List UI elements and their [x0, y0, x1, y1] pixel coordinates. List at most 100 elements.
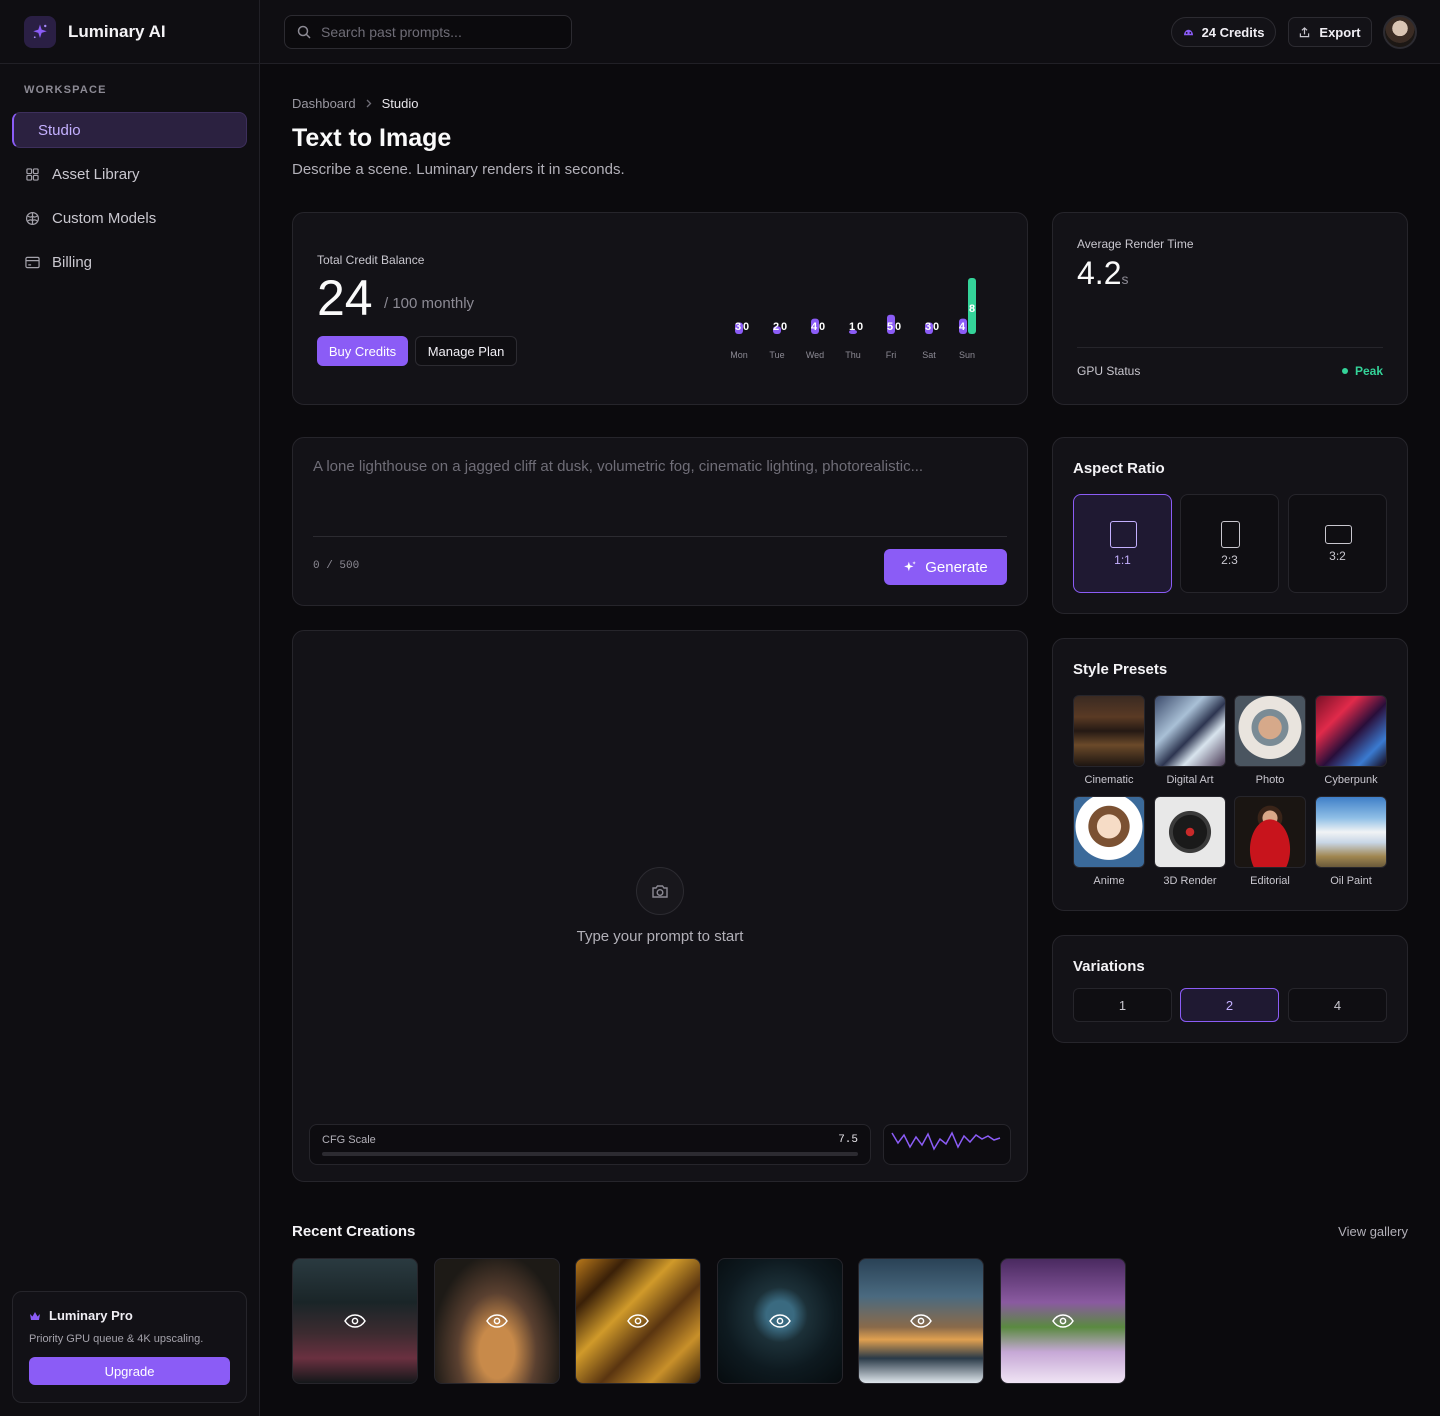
style-preset-photo[interactable]: Photo: [1234, 695, 1306, 786]
chart-tick-label: Thu: [845, 350, 861, 360]
landscape-ratio-icon: [1325, 525, 1352, 544]
chart-data-label: 5: [887, 321, 893, 333]
aspect-ratio-panel: Aspect Ratio 1:1 2:3 3:2: [1052, 437, 1408, 614]
eye-icon: [627, 1314, 649, 1328]
square-ratio-icon: [1110, 521, 1137, 548]
aspect-option-label: 1:1: [1114, 553, 1131, 567]
generate-button[interactable]: Generate: [884, 549, 1007, 585]
sidebar-item-label: Studio: [38, 121, 81, 139]
variation-option-1[interactable]: 1: [1073, 988, 1172, 1022]
style-thumbnail: [1154, 796, 1226, 868]
cfg-scale-slider[interactable]: CFG Scale 7.5: [309, 1124, 871, 1165]
prompt-textarea[interactable]: [313, 458, 1007, 536]
eye-icon: [1052, 1314, 1074, 1328]
topbar: 24 Credits Export: [260, 0, 1440, 64]
status-dot-icon: [1341, 368, 1348, 374]
pro-title: Luminary Pro: [49, 1308, 133, 1323]
recent-creation-thumb[interactable]: [292, 1258, 418, 1384]
cfg-scale-label: CFG Scale: [322, 1134, 376, 1146]
sidebar-item-custom-models[interactable]: Custom Models: [12, 200, 247, 236]
style-preset-digital-art[interactable]: Digital Art: [1154, 695, 1226, 786]
credit-balance-suffix: / 100 monthly: [384, 295, 475, 312]
style-preset-anime[interactable]: Anime: [1073, 796, 1145, 887]
chart-data-label: 3: [925, 321, 931, 333]
chart-data-label: 0: [857, 321, 863, 333]
sidebar-item-label: Billing: [52, 253, 93, 271]
eye-icon: [769, 1314, 791, 1328]
style-preset-cyberpunk[interactable]: Cyberpunk: [1315, 695, 1387, 786]
style-thumbnail: [1315, 796, 1387, 868]
view-gallery-link[interactable]: View gallery: [1338, 1224, 1408, 1239]
style-thumbnail: [1234, 695, 1306, 767]
chart-tick-label: Tue: [769, 350, 784, 360]
variation-option-4[interactable]: 4: [1288, 988, 1387, 1022]
chart-tick-label: Sat: [922, 350, 936, 360]
search-input[interactable]: [321, 24, 561, 40]
style-thumbnail: [1073, 796, 1145, 868]
eye-icon: [486, 1314, 508, 1328]
slider-track[interactable]: [322, 1152, 858, 1156]
recent-creation-thumb[interactable]: [717, 1258, 843, 1384]
portrait-ratio-icon: [1221, 521, 1240, 548]
recent-creation-thumb[interactable]: [575, 1258, 701, 1384]
style-preset-label: Cyberpunk: [1324, 774, 1378, 786]
gpu-status-value: Peak: [1354, 364, 1383, 378]
sidebar-item-label: Asset Library: [52, 165, 140, 183]
style-preset-label: 3D Render: [1163, 875, 1217, 887]
style-preset-label: Photo: [1255, 774, 1285, 786]
waveform-icon: [883, 1124, 1011, 1165]
style-preset-3d-render[interactable]: 3D Render: [1154, 796, 1226, 887]
credit-card-icon: [24, 254, 40, 270]
search-box[interactable]: [284, 15, 572, 49]
chart-data-label: 0: [895, 321, 901, 333]
aspect-option-label: 3:2: [1329, 549, 1346, 563]
chart-data-label: 0: [781, 321, 787, 333]
share-icon: [1299, 26, 1310, 38]
breadcrumb-dashboard[interactable]: Dashboard: [292, 96, 356, 111]
export-button[interactable]: Export: [1288, 17, 1372, 47]
sparkle-icon: [903, 560, 917, 574]
style-preset-cinematic[interactable]: Cinematic: [1073, 695, 1145, 786]
credits-pill[interactable]: 24 Credits: [1171, 17, 1276, 47]
variation-option-2[interactable]: 2: [1180, 988, 1279, 1022]
sidebar-item-studio[interactable]: Studio: [12, 112, 247, 148]
chart-data-label: 0: [819, 321, 825, 333]
style-thumbnail: [1073, 695, 1145, 767]
aspect-option-1-1[interactable]: 1:1: [1073, 494, 1172, 593]
crown-icon: [29, 1311, 41, 1321]
sparkle-logo-icon: [24, 15, 56, 48]
brand[interactable]: Luminary AI: [0, 0, 259, 64]
manage-plan-button[interactable]: Manage Plan: [415, 336, 517, 366]
preview-canvas: Type your prompt to start CFG Scale 7.5: [292, 630, 1028, 1182]
gpu-status-badge: Peak: [1341, 364, 1383, 378]
camera-icon: [636, 867, 684, 915]
chart-data-label: 3: [735, 321, 741, 333]
render-time-unit: s: [1121, 271, 1129, 287]
credits-pill-label: 24 Credits: [1201, 24, 1265, 40]
chevron-right-icon: [366, 96, 372, 111]
sidebar-item-label: Custom Models: [52, 209, 157, 227]
style-preset-editorial[interactable]: Editorial: [1234, 796, 1306, 887]
recent-creation-thumb[interactable]: [858, 1258, 984, 1384]
aspect-option-3-2[interactable]: 3:2: [1288, 494, 1387, 593]
style-preset-label: Oil Paint: [1330, 875, 1372, 887]
chart-data-label: 2: [773, 321, 779, 333]
chart-data-label: 0: [933, 321, 939, 333]
sidebar-nav: Studio Asset Library Custom Models Billi…: [12, 112, 247, 288]
aspect-option-2-3[interactable]: 2:3: [1180, 494, 1279, 593]
upgrade-button[interactable]: Upgrade: [29, 1357, 230, 1385]
credit-balance-label: Total Credit Balance: [317, 253, 425, 267]
buy-credits-button[interactable]: Buy Credits: [317, 336, 408, 366]
variations-panel: Variations 1 2 4: [1052, 935, 1408, 1043]
style-thumbnail: [1154, 695, 1226, 767]
search-icon: [297, 25, 311, 39]
sidebar-item-asset-library[interactable]: Asset Library: [12, 156, 247, 192]
chart-data-label: 1: [849, 321, 855, 333]
sidebar-item-billing[interactable]: Billing: [12, 244, 247, 280]
style-preset-label: Cinematic: [1084, 774, 1134, 786]
avatar[interactable]: [1383, 15, 1417, 49]
chart-tick-label: Fri: [886, 350, 897, 360]
recent-creation-thumb[interactable]: [434, 1258, 560, 1384]
recent-creation-thumb[interactable]: [1000, 1258, 1126, 1384]
style-preset-oil-paint[interactable]: Oil Paint: [1315, 796, 1387, 887]
